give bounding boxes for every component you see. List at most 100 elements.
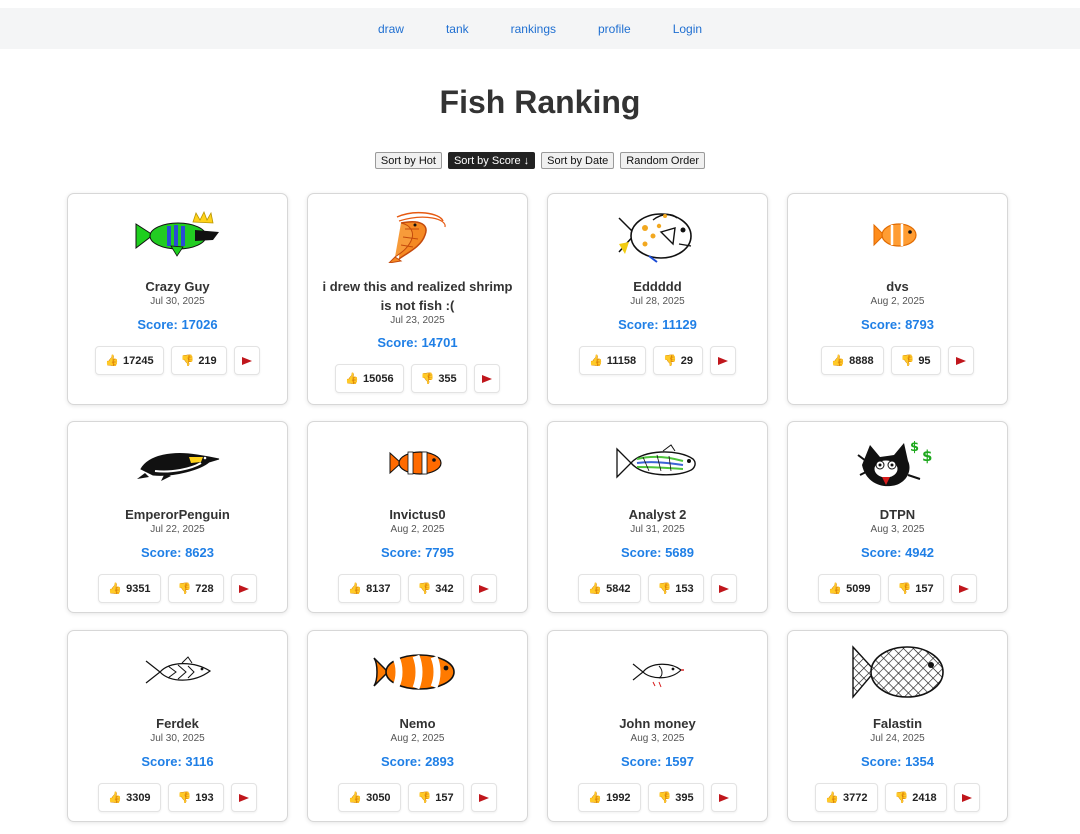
thumbs-down-icon: 👎 [900, 355, 915, 367]
fish-score: Score: 14701 [377, 335, 458, 350]
vote-actions: 👍 3050 👎 157 [308, 783, 527, 812]
downvote-button[interactable]: 👎 157 [407, 783, 464, 812]
flag-icon [955, 356, 966, 365]
downvote-button[interactable]: 👎 193 [167, 783, 224, 812]
fish-drawing [68, 204, 287, 266]
downvote-button[interactable]: 👎 395 [647, 783, 704, 812]
fish-card[interactable]: Ferdek Jul 30, 2025 Score: 3116 👍 3309 👎… [67, 630, 288, 822]
report-button[interactable] [470, 783, 497, 812]
flag-icon [718, 793, 729, 802]
nav-profile-link[interactable]: profile [598, 22, 631, 36]
thumbs-up-icon: 👍 [105, 355, 120, 367]
downvote-button[interactable]: 👎 2418 [884, 783, 947, 812]
downvote-button[interactable]: 👎 355 [410, 364, 467, 393]
thumbs-down-icon: 👎 [897, 583, 912, 595]
thumbs-up-icon: 👍 [108, 792, 123, 804]
report-button[interactable] [230, 783, 257, 812]
fish-card[interactable]: $ $ DTPN Aug 3, 2025 Score: 4942 👍 5099 … [787, 421, 1008, 613]
fish-score: Score: 11129 [618, 317, 697, 332]
flag-icon [478, 793, 489, 802]
upvote-button[interactable]: 👍 8888 [821, 346, 884, 375]
fish-score: Score: 8793 [861, 317, 934, 332]
flag-icon [238, 793, 249, 802]
fish-date: Aug 2, 2025 [390, 524, 445, 535]
downvote-button[interactable]: 👎 95 [890, 346, 941, 375]
upvote-button[interactable]: 👍 5099 [818, 574, 881, 603]
upvote-button[interactable]: 👍 9351 [98, 574, 161, 603]
downvote-button[interactable]: 👎 342 [407, 574, 464, 603]
thumbs-up-icon: 👍 [828, 583, 843, 595]
sort-date-button[interactable]: Sort by Date [541, 152, 615, 169]
sort-hot-button[interactable]: Sort by Hot [374, 152, 442, 169]
random-order-button[interactable]: Random Order [620, 152, 706, 169]
report-button[interactable] [953, 783, 980, 812]
thumbs-down-icon: 👎 [663, 355, 677, 367]
fish-date: Jul 24, 2025 [870, 733, 925, 744]
fish-drawing [68, 432, 287, 494]
thumbs-down-icon: 👎 [894, 792, 909, 804]
report-button[interactable] [470, 574, 497, 603]
nav-rankings-link[interactable]: rankings [511, 22, 556, 36]
fish-card[interactable]: i drew this and realized shrimp is not f… [307, 193, 528, 405]
upvote-button[interactable]: 👍 17245 [95, 346, 164, 375]
upvote-button[interactable]: 👍 3050 [338, 783, 401, 812]
upvote-button[interactable]: 👍 5842 [578, 574, 641, 603]
fish-card[interactable]: Crazy Guy Jul 30, 2025 Score: 17026 👍 17… [67, 193, 288, 405]
report-button[interactable] [950, 574, 977, 603]
thumbs-up-icon: 👍 [588, 355, 603, 367]
fish-card[interactable]: Analyst 2 Jul 31, 2025 Score: 5689 👍 584… [547, 421, 768, 613]
thumbs-down-icon: 👎 [417, 792, 432, 804]
report-button[interactable] [473, 364, 500, 393]
fish-drawing: $ $ [788, 432, 1007, 494]
upvote-count: 3772 [843, 791, 868, 804]
thumbs-up-icon: 👍 [588, 583, 603, 595]
fish-card[interactable]: Falastin Jul 24, 2025 Score: 1354 👍 3772… [787, 630, 1008, 822]
fish-date: Jul 30, 2025 [150, 296, 205, 307]
clownfish-large-icon [372, 654, 455, 690]
upvote-button[interactable]: 👍 8137 [338, 574, 401, 603]
fish-card[interactable]: John money Aug 3, 2025 Score: 1597 👍 199… [547, 630, 768, 822]
upvote-button[interactable]: 👍 11158 [578, 346, 647, 375]
thumbs-up-icon: 👍 [588, 792, 603, 804]
fish-card[interactable]: Invictus0 Aug 2, 2025 Score: 7795 👍 8137… [307, 421, 528, 613]
vote-actions: 👍 15056 👎 355 [308, 364, 527, 393]
fish-drawing [308, 204, 527, 266]
nav-tank-link[interactable]: tank [446, 22, 469, 36]
upvote-count: 3050 [366, 791, 391, 804]
downvote-button[interactable]: 👎 219 [170, 346, 227, 375]
fish-card[interactable]: EmperorPenguin Jul 22, 2025 Score: 8623 … [67, 421, 288, 613]
flag-icon [241, 356, 252, 365]
nav-login-link[interactable]: Login [673, 22, 702, 36]
report-button[interactable] [233, 346, 260, 375]
nav-draw-link[interactable]: draw [378, 22, 404, 36]
sort-score-button[interactable]: Sort by Score ↓ [447, 152, 536, 169]
report-button[interactable] [947, 346, 974, 375]
downvote-button[interactable]: 👎 157 [887, 574, 944, 603]
fish-date: Jul 28, 2025 [630, 296, 685, 307]
fish-name: Crazy Guy [145, 279, 210, 294]
upvote-button[interactable]: 👍 1992 [578, 783, 641, 812]
upvote-count: 5099 [846, 582, 871, 595]
downvote-button[interactable]: 👎 728 [167, 574, 224, 603]
downvote-button[interactable]: 👎 29 [653, 346, 704, 375]
report-button[interactable] [710, 346, 737, 375]
fish-name: Nemo [399, 716, 436, 731]
upvote-button[interactable]: 👍 3309 [98, 783, 161, 812]
upvote-button[interactable]: 👍 15056 [335, 364, 404, 393]
upvote-count: 3309 [126, 791, 151, 804]
fish-date: Jul 31, 2025 [630, 524, 685, 535]
svg-text:$: $ [910, 440, 919, 455]
flag-icon [238, 584, 249, 593]
downvote-count: 157 [435, 791, 454, 804]
upvote-button[interactable]: 👍 3772 [815, 783, 878, 812]
fish-drawing [548, 641, 767, 703]
cat-dollar-icon: $ $ [856, 440, 932, 487]
report-button[interactable] [230, 574, 257, 603]
page-title: Fish Ranking [439, 84, 641, 120]
report-button[interactable] [710, 574, 737, 603]
fish-card[interactable]: Eddddd Jul 28, 2025 Score: 11129 👍 11158… [547, 193, 768, 405]
report-button[interactable] [710, 783, 737, 812]
downvote-button[interactable]: 👎 153 [647, 574, 704, 603]
fish-card[interactable]: dvs Aug 2, 2025 Score: 8793 👍 8888 👎 95 [787, 193, 1008, 405]
fish-card[interactable]: Nemo Aug 2, 2025 Score: 2893 👍 3050 👎 15… [307, 630, 528, 822]
